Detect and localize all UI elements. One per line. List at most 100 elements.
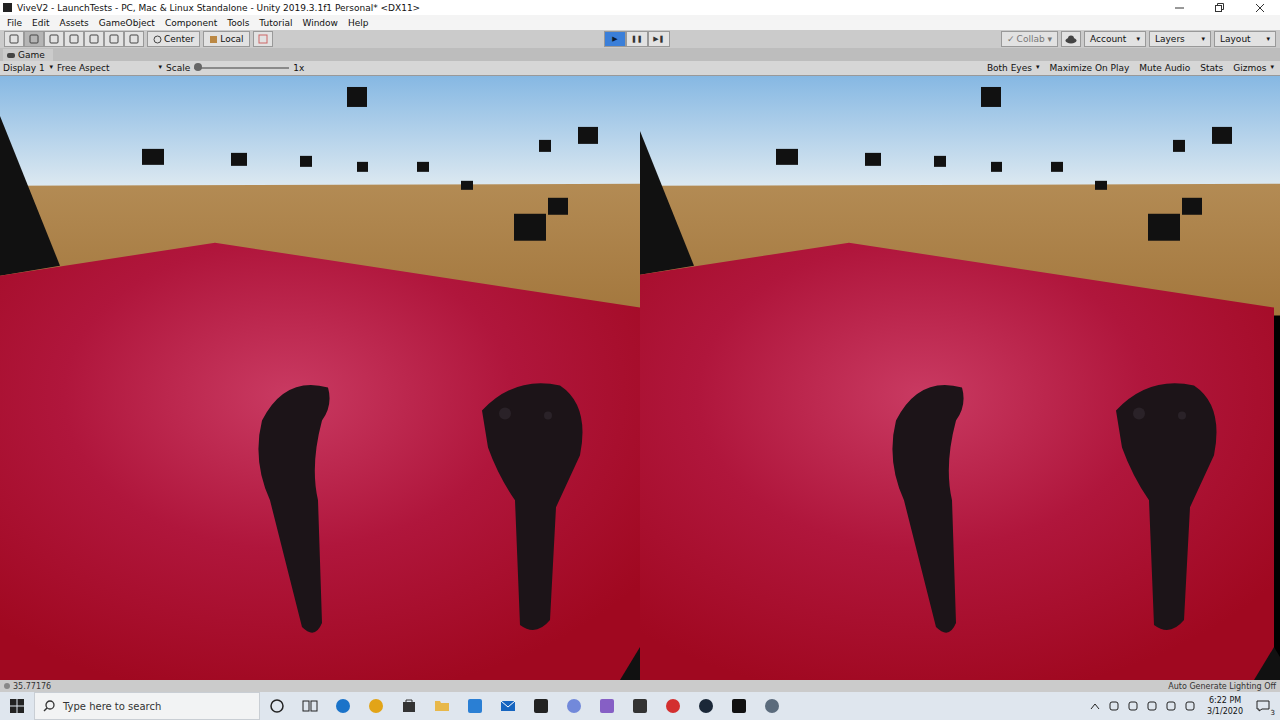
tool-button[interactable] (24, 31, 44, 47)
discord-icon (566, 698, 582, 714)
playback-button[interactable]: ▶ (604, 31, 626, 47)
grid-icon (258, 34, 268, 44)
menu-item[interactable]: Tutorial (254, 18, 297, 28)
toolbar: Center Local ▶❚❚▶❚ ✓Collab ▾ Account▾Lay… (0, 30, 1280, 48)
space-button[interactable]: Local (203, 31, 249, 47)
notification-count: 3 (1270, 709, 1276, 717)
taskbar-app[interactable] (491, 698, 524, 714)
tool-button[interactable] (104, 31, 124, 47)
close-icon (1255, 3, 1265, 13)
taskbar-app[interactable] (755, 698, 788, 714)
taskbar-app[interactable] (524, 698, 557, 714)
tool-button[interactable] (4, 31, 24, 47)
menu-item[interactable]: Edit (27, 18, 54, 28)
taskbar-app[interactable] (623, 698, 656, 714)
onedrive-icon (1165, 701, 1177, 711)
menu-item[interactable]: GameObject (94, 18, 160, 28)
unity-hub-icon (632, 698, 648, 714)
cortana-icon (269, 698, 285, 714)
volume-icon (1146, 701, 1158, 711)
tool-button[interactable] (64, 31, 84, 47)
taskbar-app[interactable] (557, 698, 590, 714)
cloud-button[interactable] (1061, 31, 1081, 47)
menu-item[interactable]: Assets (55, 18, 94, 28)
tool-button[interactable] (44, 31, 64, 47)
game-tab[interactable]: Game (3, 49, 53, 61)
tool-button[interactable] (84, 31, 104, 47)
start-button[interactable] (0, 699, 34, 713)
tray-item[interactable] (1125, 701, 1141, 711)
menu-item[interactable]: Tools (222, 18, 254, 28)
network-icon (1127, 701, 1139, 711)
aspect-dropdown[interactable]: Free Aspect▾ (57, 63, 162, 73)
tray-item[interactable] (1182, 701, 1198, 711)
tool-icon (89, 34, 99, 44)
vive-icon (764, 698, 780, 714)
gizmos-dropdown[interactable]: Gizmos▾ (1230, 63, 1277, 73)
search-box[interactable]: Type here to search (34, 692, 260, 720)
menu-bar: FileEditAssetsGameObjectComponentToolsTu… (0, 15, 1280, 30)
menu-item[interactable]: Window (297, 18, 343, 28)
taskbar-app[interactable] (359, 698, 392, 714)
chrome-icon (368, 698, 384, 714)
tray-item[interactable] (1144, 701, 1160, 711)
display-dropdown[interactable]: Display 1▾ (3, 63, 53, 73)
toggle-button[interactable]: Maximize On Play (1046, 63, 1132, 73)
taskbar-app[interactable] (326, 698, 359, 714)
taskbar-app[interactable] (425, 698, 458, 714)
slider-thumb[interactable] (194, 63, 202, 71)
windows-icon (10, 699, 24, 713)
task-view-icon (302, 698, 318, 714)
steam-icon (698, 698, 714, 714)
tray-item[interactable] (1106, 701, 1122, 711)
playback-button[interactable]: ❚❚ (626, 31, 648, 47)
toolbar-dropdown[interactable]: Layers▾ (1149, 31, 1211, 47)
eye-render (640, 76, 1280, 680)
console-message[interactable]: 35.77176 (13, 682, 51, 691)
collab-button[interactable]: ✓Collab ▾ (1001, 31, 1058, 47)
tool-icon (9, 34, 19, 44)
minimize-button[interactable] (1160, 0, 1200, 15)
pivot-button[interactable]: Center (147, 31, 200, 47)
grid-button[interactable] (253, 31, 273, 47)
unity-icon (731, 698, 747, 714)
playback-button[interactable]: ▶❚ (648, 31, 670, 47)
view-mode-dropdown[interactable]: Both Eyes▾ (984, 63, 1043, 73)
show-hidden-button[interactable] (1087, 702, 1103, 710)
tool-icon (129, 34, 139, 44)
toolbar-dropdown[interactable]: Account▾ (1084, 31, 1146, 47)
tray-item[interactable] (1163, 701, 1179, 711)
edge-icon (335, 698, 351, 714)
taskbar-app[interactable] (392, 698, 425, 714)
taskbar-app[interactable] (590, 698, 623, 714)
check-icon: ✓ (1007, 34, 1015, 44)
system-tray: 6:22 PM 3/1/2020 3 (1087, 695, 1280, 717)
taskbar-app[interactable] (722, 698, 755, 714)
toggle-button[interactable]: Stats (1197, 63, 1226, 73)
title-bar: ViveV2 - LaunchTests - PC, Mac & Linux S… (0, 0, 1280, 15)
taskbar-app[interactable] (458, 698, 491, 714)
visual-studio-icon (599, 698, 615, 714)
taskbar-app[interactable] (293, 698, 326, 714)
tool-button[interactable] (124, 31, 144, 47)
notification-button[interactable]: 3 (1252, 700, 1274, 712)
taskbar-app[interactable] (260, 698, 293, 714)
scale-slider[interactable] (194, 63, 289, 73)
toolbar-dropdown[interactable]: Layout▾ (1214, 31, 1276, 47)
menu-item[interactable]: Help (343, 18, 374, 28)
menu-item[interactable]: File (2, 18, 27, 28)
store-icon (401, 698, 417, 714)
restore-button[interactable] (1200, 0, 1240, 15)
redapp-icon (665, 698, 681, 714)
close-button[interactable] (1240, 0, 1280, 15)
menu-item[interactable]: Component (160, 18, 222, 28)
tool-icon (29, 34, 39, 44)
keyboard-icon (1184, 701, 1196, 711)
clock[interactable]: 6:22 PM 3/1/2020 (1201, 695, 1249, 717)
search-icon (43, 700, 55, 712)
taskbar-app[interactable] (656, 698, 689, 714)
time: 6:22 PM (1209, 695, 1241, 706)
taskbar-app[interactable] (689, 698, 722, 714)
notification-icon (1256, 700, 1270, 712)
toggle-button[interactable]: Mute Audio (1136, 63, 1193, 73)
